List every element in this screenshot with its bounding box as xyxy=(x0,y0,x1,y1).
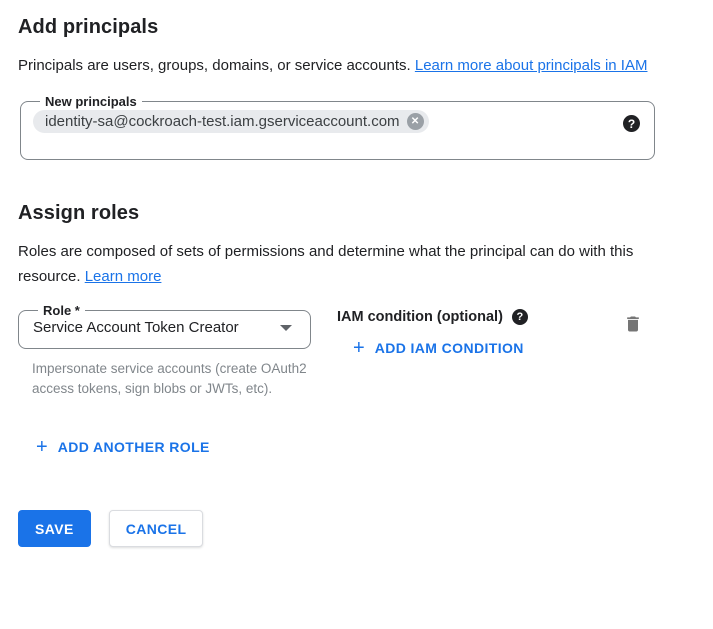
trash-icon xyxy=(623,322,643,337)
role-helper-text: Impersonate service accounts (create OAu… xyxy=(32,359,308,399)
add-iam-condition-label: ADD IAM CONDITION xyxy=(375,340,524,356)
new-principals-field[interactable]: New principals identity-sa@cockroach-tes… xyxy=(20,94,655,160)
iam-condition-label-row: IAM condition (optional) ? xyxy=(337,309,528,325)
role-select[interactable]: Role * Service Account Token Creator xyxy=(18,303,311,349)
new-principals-field-body[interactable]: identity-sa@cockroach-test.iam.gservicea… xyxy=(33,109,642,159)
help-icon[interactable]: ? xyxy=(512,309,528,325)
save-button[interactable]: SAVE xyxy=(18,510,91,547)
principals-description: Principals are users, groups, domains, o… xyxy=(18,53,666,78)
learn-more-roles-link[interactable]: Learn more xyxy=(85,268,162,285)
principals-description-text: Principals are users, groups, domains, o… xyxy=(18,57,411,74)
iam-condition-label: IAM condition (optional) xyxy=(337,309,503,325)
add-iam-condition-button[interactable]: + ADD IAM CONDITION xyxy=(353,340,524,356)
roles-description: Roles are composed of sets of permission… xyxy=(18,239,666,289)
role-column: Role * Service Account Token Creator Imp… xyxy=(18,303,313,399)
page-title: Add principals xyxy=(18,16,695,39)
role-row: Role * Service Account Token Creator Imp… xyxy=(18,303,695,399)
delete-column xyxy=(623,303,695,337)
assign-roles-section: Assign roles Roles are composed of sets … xyxy=(18,202,695,458)
learn-more-principals-link[interactable]: Learn more about principals in IAM xyxy=(415,57,648,74)
delete-role-button[interactable] xyxy=(623,314,643,337)
new-principals-label: New principals xyxy=(40,94,142,109)
principal-chip-text: identity-sa@cockroach-test.iam.gservicea… xyxy=(45,113,400,130)
chip-remove-icon[interactable]: ✕ xyxy=(407,113,424,130)
role-select-value: Service Account Token Creator xyxy=(33,319,239,336)
add-principals-panel: Add principals Principals are users, gro… xyxy=(0,0,713,547)
action-bar: SAVE CANCEL xyxy=(18,510,695,547)
plus-icon: + xyxy=(36,440,48,454)
chevron-down-icon xyxy=(280,325,292,331)
cancel-button[interactable]: CANCEL xyxy=(109,510,204,547)
principals-section: Add principals Principals are users, gro… xyxy=(18,16,695,160)
assign-roles-title: Assign roles xyxy=(18,202,695,225)
role-select-label: Role * xyxy=(38,303,85,318)
principal-chip: identity-sa@cockroach-test.iam.gservicea… xyxy=(33,110,429,133)
help-icon[interactable]: ? xyxy=(623,115,640,132)
plus-icon: + xyxy=(353,341,365,355)
iam-condition-column: IAM condition (optional) ? + ADD IAM CON… xyxy=(337,303,528,359)
role-select-body[interactable]: Service Account Token Creator xyxy=(31,318,298,348)
add-another-role-label: ADD ANOTHER ROLE xyxy=(58,439,210,455)
add-another-role-button[interactable]: + ADD ANOTHER ROLE xyxy=(36,439,210,455)
